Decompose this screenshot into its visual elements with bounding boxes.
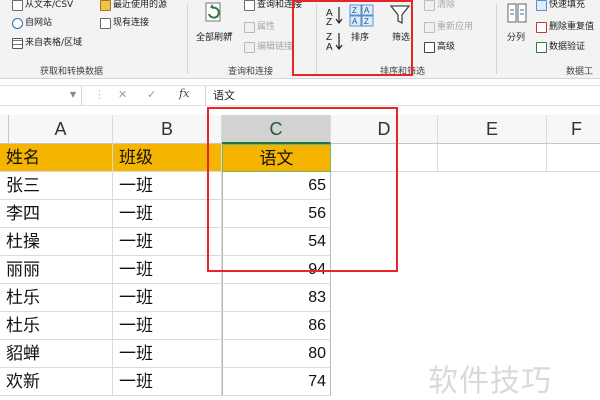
cell-score[interactable]: 86 xyxy=(222,312,331,340)
reapply-label: 重新应用 xyxy=(437,22,474,32)
cell-score[interactable]: 80 xyxy=(222,340,331,368)
recent-sources-label: 最近使用的源 xyxy=(113,0,168,10)
column-highlight-box xyxy=(207,107,398,272)
empty-cell[interactable] xyxy=(547,144,600,172)
cancel-icon[interactable]: ✕ xyxy=(118,88,127,101)
enter-icon[interactable]: ✓ xyxy=(147,88,156,101)
cell-name[interactable]: 貂蝉 xyxy=(0,340,113,368)
existing-connections-button[interactable]: 现有连接 xyxy=(100,16,149,30)
ribbon-separator xyxy=(496,4,497,74)
remove-duplicates-icon xyxy=(536,21,547,33)
watermark-text: 软件技巧 xyxy=(428,364,552,399)
select-all-corner[interactable] xyxy=(0,115,9,144)
advanced-label: 高级 xyxy=(437,42,456,52)
remove-duplicates-button[interactable]: 删除重复值 xyxy=(536,20,594,34)
cell-header-name[interactable]: 姓名 xyxy=(0,144,113,172)
reapply-icon xyxy=(424,21,435,33)
insert-function-button[interactable]: fx xyxy=(179,87,189,100)
name-box[interactable]: ▼ xyxy=(0,86,82,106)
edit-links-label: 编辑链接 xyxy=(257,42,294,52)
from-web-label: 自网站 xyxy=(25,18,53,28)
cell-name[interactable]: 欢新 xyxy=(0,368,113,396)
refresh-dropdown-icon[interactable]: ▾ xyxy=(228,30,233,40)
name-box-dropdown-icon[interactable]: ▼ xyxy=(70,90,76,99)
connections-icon xyxy=(100,17,111,29)
cell-class[interactable]: 一班 xyxy=(113,228,222,256)
column-header-a[interactable]: A xyxy=(9,115,113,144)
from-table-range-label: 来自表格/区域 xyxy=(25,38,83,48)
cell-name[interactable]: 杜操 xyxy=(0,228,113,256)
web-icon xyxy=(12,17,23,29)
cell-header-class[interactable]: 班级 xyxy=(113,144,222,172)
from-text-csv-label: 从文本/CSV xyxy=(25,0,74,10)
reapply-button[interactable]: 重新应用 xyxy=(424,20,473,34)
cell-class[interactable]: 一班 xyxy=(113,340,222,368)
edit-links-button[interactable]: 编辑链接 xyxy=(244,40,293,54)
get-transform-caption: 获取和转换数据 xyxy=(40,67,104,77)
remove-duplicates-label: 删除重复值 xyxy=(549,22,595,32)
cell-class[interactable]: 一班 xyxy=(113,200,222,228)
formula-bar: ▼ ⋮ ✕ ✓ fx 语文 xyxy=(0,85,600,106)
clear-filter-icon xyxy=(424,0,435,11)
clear-label: 清除 xyxy=(437,0,456,10)
from-text-csv-button[interactable]: 从文本/CSV xyxy=(12,0,73,12)
cell-class[interactable]: 一班 xyxy=(113,256,222,284)
data-validation-button[interactable]: 数据验证 xyxy=(536,40,585,54)
advanced-button[interactable]: 高级 xyxy=(424,40,455,54)
refresh-all-label: 全部刷新 xyxy=(196,33,233,43)
formula-input[interactable]: 语文 xyxy=(205,86,600,106)
cell-score[interactable]: 83 xyxy=(222,284,331,312)
cell-name[interactable]: 杜乐 xyxy=(0,312,113,340)
cell-class[interactable]: 一班 xyxy=(113,284,222,312)
existing-connections-label: 现有连接 xyxy=(113,18,150,28)
cell-class[interactable]: 一班 xyxy=(113,172,222,200)
cell-class[interactable]: 一班 xyxy=(113,312,222,340)
properties-label: 属性 xyxy=(257,22,276,32)
data-ribbon: 从文本/CSV 自网站 来自表格/区域 最近使用的源 现有连接 获取和转换数据 … xyxy=(0,0,600,79)
flash-fill-label: 快速填充 xyxy=(549,0,586,10)
clear-button[interactable]: 清除 xyxy=(424,0,455,12)
refresh-icon xyxy=(205,2,221,22)
column-header-f[interactable]: F xyxy=(547,115,600,144)
recent-sources-icon xyxy=(100,0,111,11)
sort-highlight-box xyxy=(292,0,413,76)
split-label: 分列 xyxy=(507,33,526,43)
data-validation-icon xyxy=(536,41,547,53)
column-header-b[interactable]: B xyxy=(113,115,222,144)
advanced-filter-icon xyxy=(424,41,435,53)
data-validation-label: 数据验证 xyxy=(549,42,586,52)
cell-score[interactable]: 74 xyxy=(222,368,331,396)
data-tools-caption: 数据工 xyxy=(566,67,594,77)
recent-sources-button[interactable]: 最近使用的源 xyxy=(100,0,167,12)
flash-fill-button[interactable]: 快速填充 xyxy=(536,0,585,12)
more-options-icon: ⋮ xyxy=(94,88,105,101)
column-header-e[interactable]: E xyxy=(438,115,547,144)
from-web-button[interactable]: 自网站 xyxy=(12,16,52,30)
cell-name[interactable]: 李四 xyxy=(0,200,113,228)
cell-name[interactable]: 丽丽 xyxy=(0,256,113,284)
from-table-range-button[interactable]: 来自表格/区域 xyxy=(12,36,82,50)
properties-button[interactable]: 属性 xyxy=(244,20,275,34)
empty-cell[interactable] xyxy=(438,144,547,172)
queries-icon xyxy=(244,0,255,11)
flash-fill-icon xyxy=(536,0,547,11)
properties-icon xyxy=(244,21,255,33)
split-columns-icon xyxy=(507,3,527,23)
cell-class[interactable]: 一班 xyxy=(113,368,222,396)
edit-links-icon xyxy=(244,41,255,53)
queries-caption: 查询和连接 xyxy=(228,67,274,77)
cell-name[interactable]: 杜乐 xyxy=(0,284,113,312)
ribbon-separator xyxy=(187,4,188,74)
text-file-icon xyxy=(12,0,23,11)
table-icon xyxy=(12,37,23,49)
cell-name[interactable]: 张三 xyxy=(0,172,113,200)
